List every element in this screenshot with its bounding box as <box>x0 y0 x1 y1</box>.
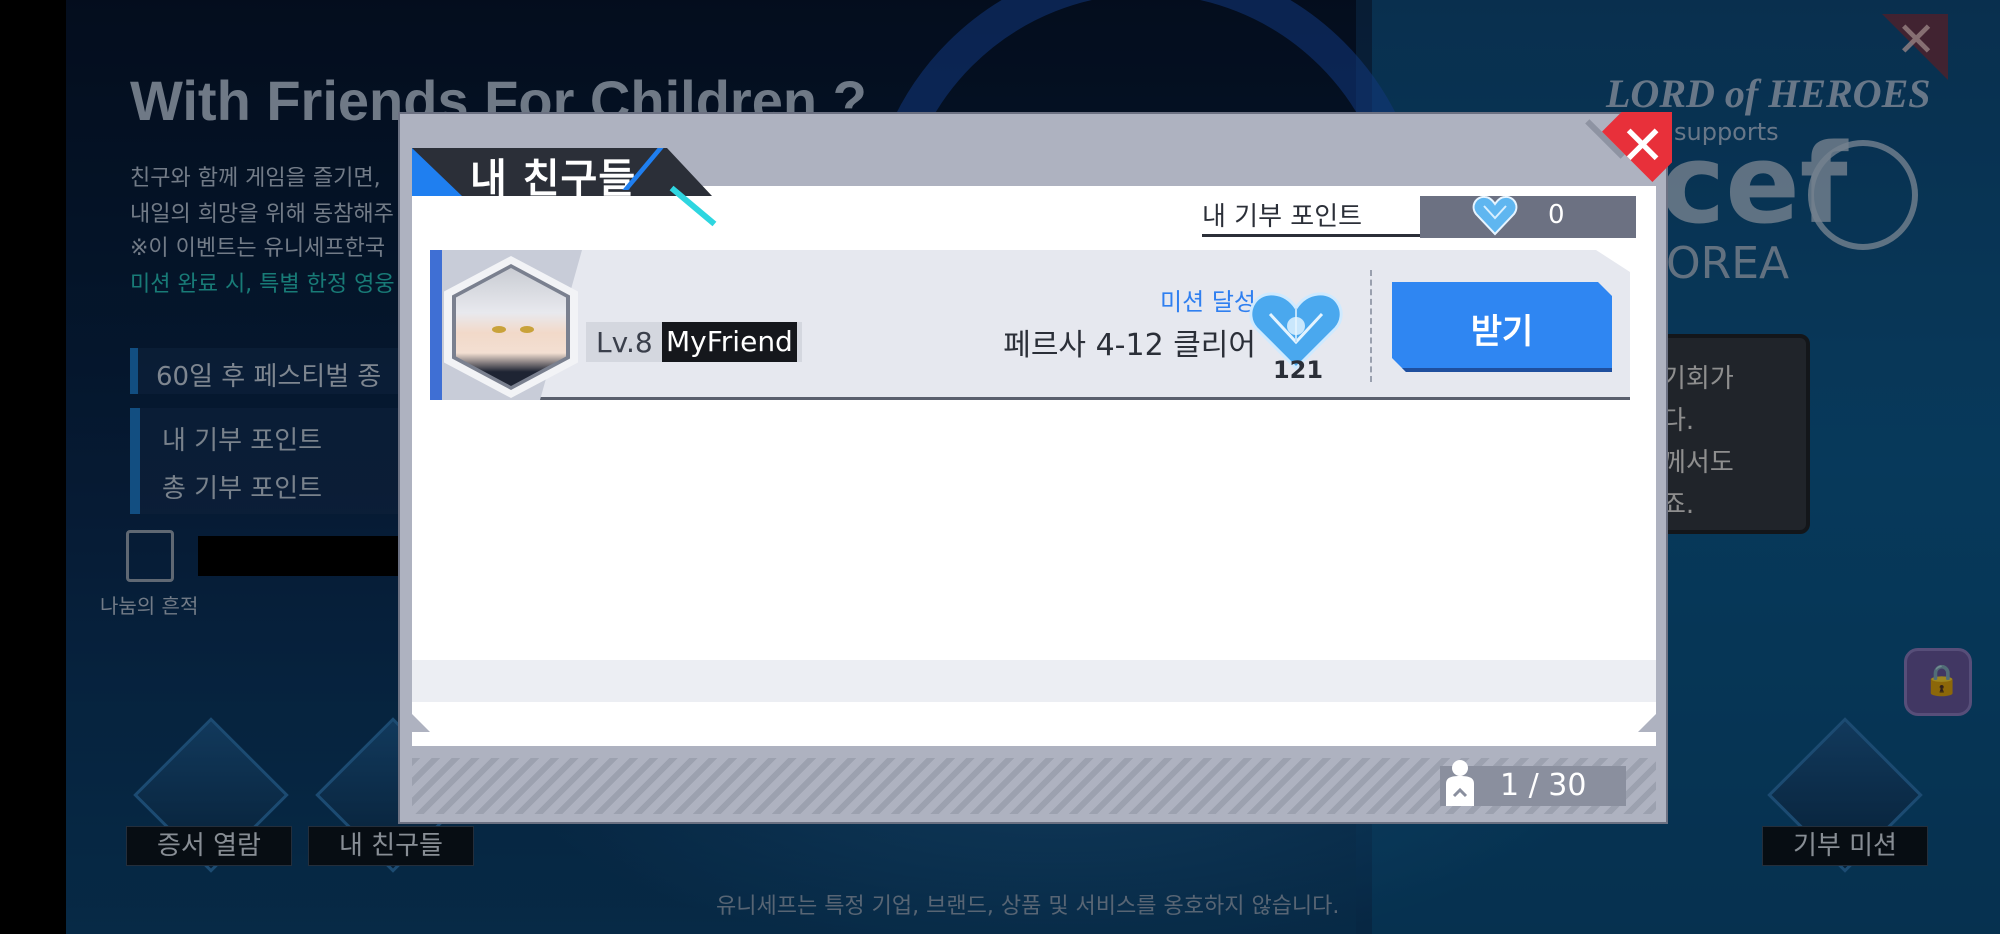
friend-name: MyFriend <box>662 322 797 362</box>
donation-points-label: 내 기부 포인트 <box>1202 202 1363 232</box>
donation-underline <box>1202 234 1422 237</box>
card-divider <box>1370 270 1372 382</box>
donation-points-value: 0 <box>1548 200 1565 230</box>
avatar-eye <box>492 326 506 333</box>
friend-icon <box>1446 760 1474 806</box>
friend-level: Lv.8 <box>596 326 653 359</box>
modal-title: 내 친구들 <box>470 156 637 202</box>
card-accent <box>430 250 442 400</box>
reward-count: 121 <box>1272 356 1324 384</box>
avatar-eye <box>520 326 534 333</box>
friend-count: 1 / 30 <box>1500 768 1587 803</box>
friends-modal: 내 친구들 ✕ 내 기부 포인트 0 Lv.8 MyFriend 미션 달성 페… <box>398 112 1672 824</box>
heart-gem-icon <box>1472 195 1518 236</box>
card-notch <box>1596 250 1630 272</box>
friend-card: Lv.8 MyFriend 미션 달성 페르사 4-12 클리어 121 받기 <box>430 250 1630 400</box>
claim-button[interactable]: 받기 <box>1392 282 1612 372</box>
claim-button-label: 받기 <box>1470 312 1534 352</box>
donation-points-box <box>1420 196 1636 238</box>
modal-content-band <box>412 660 1656 702</box>
corner-decoration <box>1638 714 1656 732</box>
mission-description: 페르사 4-12 클리어 <box>1003 328 1256 363</box>
corner-decoration <box>412 714 430 732</box>
mission-status: 미션 달성 <box>1160 288 1256 316</box>
close-icon: ✕ <box>1620 114 1666 177</box>
